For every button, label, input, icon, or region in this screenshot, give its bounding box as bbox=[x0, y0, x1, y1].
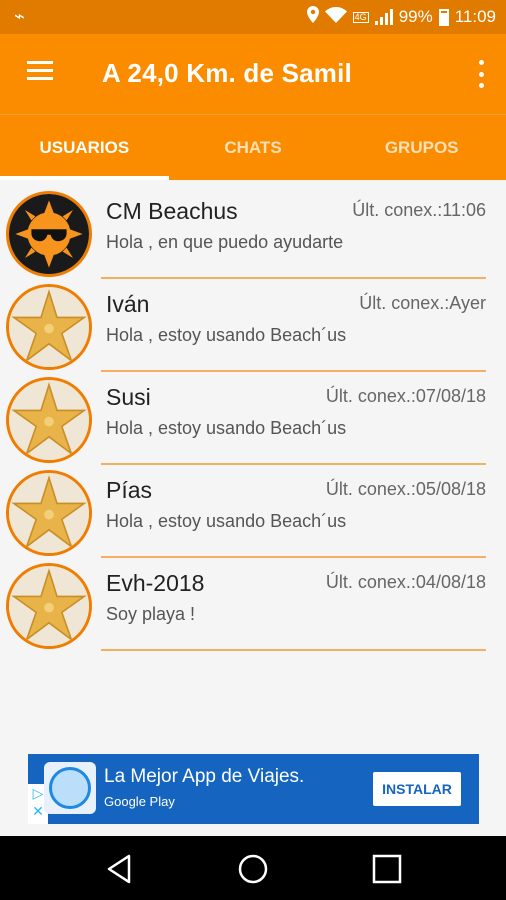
app-bar: A 24,0 Km. de Samil bbox=[0, 34, 506, 114]
ad-banner[interactable]: ▷ ✕ La Mejor App de Viajes. Google Play I… bbox=[28, 754, 479, 824]
user-list: CM Beachus Últ. conex.:11:06 Hola , en q… bbox=[0, 186, 506, 651]
usb-icon: ⌁ bbox=[14, 6, 25, 26]
user-name: Pías bbox=[106, 477, 153, 503]
tab-indicator bbox=[0, 176, 169, 180]
user-name: CM Beachus bbox=[106, 198, 238, 224]
user-status-message: Hola , estoy usando Beach´us bbox=[106, 511, 347, 531]
last-connection: Últ. conex.:04/08/18 bbox=[325, 572, 486, 592]
battery-icon bbox=[438, 8, 449, 26]
home-icon[interactable] bbox=[236, 852, 270, 886]
system-nav-bar bbox=[0, 836, 506, 900]
install-button[interactable]: INSTALAR bbox=[373, 772, 461, 806]
ad-app-logo bbox=[44, 762, 96, 814]
list-item[interactable]: Susi Últ. conex.:07/08/18 Hola , estoy u… bbox=[0, 372, 506, 465]
menu-icon[interactable] bbox=[27, 61, 53, 83]
last-connection: Últ. conex.:07/08/18 bbox=[325, 386, 486, 406]
starfish-icon bbox=[6, 284, 92, 370]
last-connection: Últ. conex.:Ayer bbox=[359, 293, 486, 313]
list-item[interactable]: Evh-2018 Últ. conex.:04/08/18 Soy playa … bbox=[0, 558, 506, 651]
user-name: Evh-2018 bbox=[106, 570, 205, 596]
user-status-message: Soy playa ! bbox=[106, 604, 196, 624]
tab-label: GRUPOS bbox=[384, 137, 459, 157]
starfish-icon bbox=[6, 470, 92, 556]
network-type: 4G bbox=[352, 11, 369, 23]
list-item[interactable]: Pías Últ. conex.:05/08/18 Hola , estoy u… bbox=[0, 465, 506, 558]
starfish-icon bbox=[6, 563, 92, 649]
starfish-icon bbox=[6, 377, 92, 463]
tab-grupos[interactable]: GRUPOS bbox=[337, 115, 506, 180]
user-name: Susi bbox=[106, 384, 151, 410]
tab-bar: USUARIOS CHATS GRUPOS bbox=[0, 114, 506, 180]
ad-headline: La Mejor App de Viajes. bbox=[104, 766, 305, 787]
last-connection: Últ. conex.:11:06 bbox=[352, 200, 486, 220]
location-icon bbox=[306, 6, 319, 28]
user-status-message: Hola , estoy usando Beach´us bbox=[106, 325, 347, 345]
signal-icon bbox=[374, 9, 393, 25]
ad-store-label: Google Play bbox=[104, 794, 175, 809]
tab-label: USUARIOS bbox=[39, 137, 130, 157]
recents-icon[interactable] bbox=[370, 852, 404, 886]
app-screen: ⌁ 4G 99% 11:09 A 24,0 Km. de Samil USUAR… bbox=[0, 0, 506, 900]
wifi-icon bbox=[324, 6, 347, 28]
clock: 11:09 bbox=[454, 7, 496, 26]
page-title: A 24,0 Km. de Samil bbox=[102, 58, 352, 88]
sun-sunglasses-icon bbox=[6, 191, 92, 277]
tab-chats[interactable]: CHATS bbox=[169, 115, 338, 180]
tab-usuarios[interactable]: USUARIOS bbox=[0, 115, 169, 180]
back-icon[interactable] bbox=[103, 852, 137, 886]
battery-percent: 99% bbox=[398, 7, 433, 26]
divider bbox=[101, 649, 486, 651]
tab-label: CHATS bbox=[224, 137, 282, 157]
last-connection: Últ. conex.:05/08/18 bbox=[325, 479, 486, 499]
list-item[interactable]: Iván Últ. conex.:Ayer Hola , estoy usand… bbox=[0, 279, 506, 372]
overflow-icon[interactable] bbox=[476, 60, 486, 88]
status-icons: 4G 99% 11:09 bbox=[306, 0, 496, 34]
user-name: Iván bbox=[106, 291, 150, 317]
status-bar: ⌁ 4G 99% 11:09 bbox=[0, 0, 506, 34]
list-item[interactable]: CM Beachus Últ. conex.:11:06 Hola , en q… bbox=[0, 186, 506, 279]
user-status-message: Hola , estoy usando Beach´us bbox=[106, 418, 347, 438]
user-status-message: Hola , en que puedo ayudarte bbox=[106, 232, 344, 252]
